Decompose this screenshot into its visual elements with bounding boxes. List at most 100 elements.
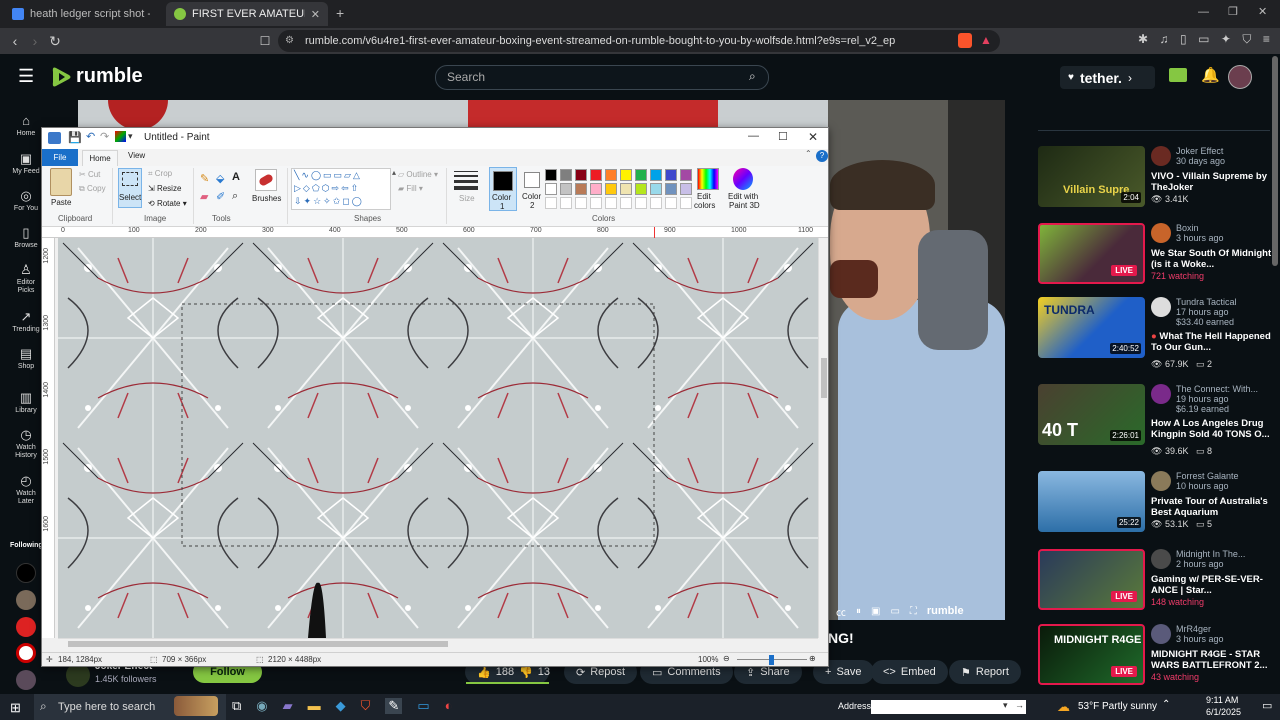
video-thumbnail[interactable]: LIVE xyxy=(1038,223,1145,284)
color1-button[interactable]: Color 1 xyxy=(489,167,517,211)
redo-icon[interactable]: ↷ xyxy=(100,130,109,143)
shapes-gallery[interactable]: ╲∿◯▭▭▱△ ▷◇⬠⬡⇨⇦⇧ ⇩✦☆✧✩◻◯ xyxy=(291,168,391,210)
channel-name[interactable]: The Connect: With... xyxy=(1176,384,1258,394)
palette-swatch[interactable] xyxy=(620,169,632,181)
channel-avatar[interactable] xyxy=(1151,297,1171,317)
tab-view[interactable]: View xyxy=(128,151,145,160)
channel-avatar[interactable] xyxy=(1151,471,1171,491)
clock-time[interactable]: 9:11 AM xyxy=(1206,695,1238,705)
tab-file[interactable]: File xyxy=(42,149,78,166)
palette-swatch[interactable] xyxy=(575,169,587,181)
paste-icon[interactable] xyxy=(50,168,72,196)
channel-avatar[interactable] xyxy=(1151,384,1171,404)
channel-name[interactable]: Forrest Galante xyxy=(1176,471,1239,481)
copy-button[interactable]: ⧉ Copy xyxy=(79,184,106,194)
help-icon[interactable]: ? xyxy=(816,150,828,162)
tab-home[interactable]: Home xyxy=(82,150,118,166)
palette-swatch-empty[interactable] xyxy=(680,197,692,209)
palette-swatch[interactable] xyxy=(605,169,617,181)
search-icon[interactable]: ⌕ xyxy=(749,69,756,84)
edit-with-paint3d-button[interactable]: Edit with xyxy=(728,192,758,201)
palette-swatch[interactable] xyxy=(620,183,632,195)
store-icon[interactable]: ◐ xyxy=(445,698,453,714)
weather-text[interactable]: 53°F Partly sunny xyxy=(1078,701,1157,712)
video-thumbnail[interactable]: LIVE xyxy=(1038,549,1145,610)
channel-name[interactable]: MrR4ger xyxy=(1176,624,1211,634)
palette-swatch[interactable] xyxy=(560,183,572,195)
thumbs-down-icon[interactable]: 👎 xyxy=(519,666,533,679)
video-title[interactable]: VIVO - Villain Supreme by TheJoker xyxy=(1151,171,1279,193)
palette-swatch[interactable] xyxy=(665,169,677,181)
palette-swatch[interactable] xyxy=(650,169,662,181)
zoom-slider-thumb[interactable] xyxy=(769,655,774,665)
thumbs-up-icon[interactable]: 👍 xyxy=(477,666,491,679)
bookmark-icon[interactable]: ☐ xyxy=(256,32,274,50)
channel-name[interactable]: Joker Effect xyxy=(1176,146,1223,156)
close-tab-icon[interactable]: ✕ xyxy=(311,8,320,21)
palette-swatch-empty[interactable] xyxy=(590,197,602,209)
size-button[interactable]: Size xyxy=(459,194,475,203)
fullscreen-icon[interactable]: ⛶ xyxy=(910,606,917,617)
text-tool-icon[interactable]: A xyxy=(232,171,240,183)
brave-rewards-icon[interactable]: ▲ xyxy=(980,33,992,47)
horizontal-scroll-thumb[interactable] xyxy=(68,641,448,647)
channel-avatar[interactable] xyxy=(1151,223,1171,243)
video-title[interactable]: MIDNIGHT R4GE - STAR WARS BATTLEFRONT 2.… xyxy=(1151,649,1279,671)
size-icon[interactable] xyxy=(454,171,478,190)
palette-swatch-empty[interactable] xyxy=(605,197,617,209)
brushes-button[interactable]: Brushes xyxy=(252,194,281,203)
menu-icon[interactable]: ≡ xyxy=(1263,32,1270,47)
edit-colors-icon[interactable] xyxy=(697,168,719,190)
palette-swatch-empty[interactable] xyxy=(665,197,677,209)
palette-swatch[interactable] xyxy=(665,183,677,195)
channel-avatar[interactable] xyxy=(1151,549,1171,569)
zoom-out-icon[interactable]: ⊖ xyxy=(723,654,730,663)
following-avatar[interactable] xyxy=(16,617,36,637)
restore-icon[interactable]: ❐ xyxy=(1228,5,1238,18)
tether-ad-button[interactable]: ♥ tether. › xyxy=(1060,66,1155,89)
fill-bucket-icon[interactable]: ⬙ xyxy=(216,172,224,185)
minimize-icon[interactable]: — xyxy=(1198,6,1209,18)
palette-swatch[interactable] xyxy=(575,183,587,195)
notification-center-icon[interactable]: ▭ xyxy=(1262,699,1272,712)
related-video[interactable]: Villain Supre 2:04 Joker Effect 30 days a… xyxy=(1038,146,1278,208)
cut-button[interactable]: ✂ Cut xyxy=(79,170,100,179)
vscode-icon[interactable]: ◆ xyxy=(336,698,346,714)
related-video[interactable]: TUNDRA 2:40:52 Tundra Tactical 17 hours a… xyxy=(1038,297,1278,369)
following-avatar[interactable] xyxy=(16,590,36,610)
canvas-vertical-scrollbar[interactable] xyxy=(818,238,828,638)
palette-swatch-empty[interactable] xyxy=(620,197,632,209)
browser-tab-rumble[interactable]: FIRST EVER AMATEUR BOXING E ✕ xyxy=(166,2,328,26)
url-bar[interactable]: rumble.com/v6u4re1-first-ever-amateur-bo… xyxy=(278,30,1000,52)
video-title[interactable]: Gaming w/ PER-SE-VER-ANCE | Star... xyxy=(1151,574,1279,596)
video-thumbnail[interactable]: TUNDRA 2:40:52 xyxy=(1038,297,1145,358)
palette-swatch[interactable] xyxy=(560,169,572,181)
video-thumbnail[interactable]: 25:22 xyxy=(1038,471,1145,532)
palette-swatch[interactable] xyxy=(545,183,557,195)
customize-toolbar-icon[interactable]: ▾ xyxy=(128,131,133,142)
vpn-icon[interactable]: ⛉ xyxy=(1242,32,1251,47)
taskbar-search-box[interactable]: ⌕ Type here to search xyxy=(34,694,226,720)
video-thumbnail[interactable]: 40 T 2:26:01 xyxy=(1038,384,1145,445)
palette-swatch[interactable] xyxy=(590,183,602,195)
report-button[interactable]: ⚑ Report xyxy=(949,660,1021,684)
embed-button[interactable]: <> Embed xyxy=(871,660,948,684)
brushes-icon[interactable] xyxy=(255,169,277,191)
video-title[interactable]: How A Los Angeles Drug Kingpin Sold 40 T… xyxy=(1151,418,1279,440)
related-video[interactable]: MIDNIGHT R4GE LIVE MrR4ger 3 hours ago MI… xyxy=(1038,624,1278,686)
paint-minimize-icon[interactable]: — xyxy=(748,130,759,142)
extensions-icon[interactable]: ✱ xyxy=(1138,32,1148,47)
magnifier-icon[interactable]: ⌕ xyxy=(232,190,238,203)
palette-swatch-empty[interactable] xyxy=(650,197,662,209)
notifications-bell-icon[interactable]: 🔔 xyxy=(1201,66,1220,84)
pause-icon[interactable]: ⏸ xyxy=(856,606,861,617)
zoom-in-icon[interactable]: ⊕ xyxy=(809,654,816,663)
undo-icon[interactable]: ↶ xyxy=(86,130,95,143)
paint3d-icon[interactable] xyxy=(733,168,753,190)
back-icon[interactable]: ‹ xyxy=(6,32,24,50)
channel-avatar[interactable] xyxy=(1151,146,1171,166)
palette-swatch[interactable] xyxy=(590,169,602,181)
user-avatar[interactable] xyxy=(1228,65,1252,89)
outline-button[interactable]: ▱ Outline ▾ xyxy=(398,170,438,179)
related-video[interactable]: 40 T 2:26:01 The Connect: With... 19 hour… xyxy=(1038,384,1279,456)
